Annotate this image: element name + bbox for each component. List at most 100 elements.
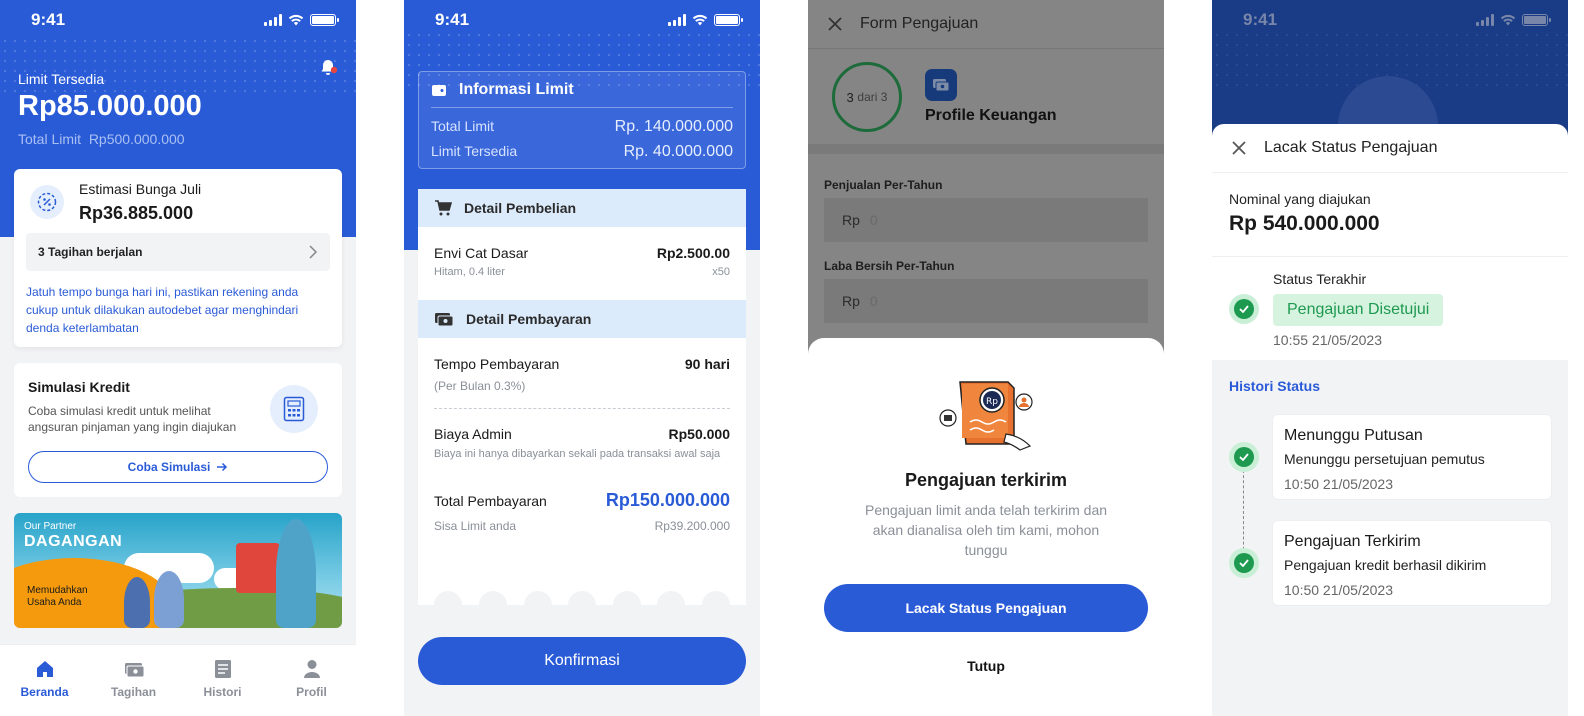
nominal-label: Nominal yang diajukan (1229, 191, 1371, 207)
nominal-value: Rp 540.000.000 (1229, 212, 1380, 235)
limit-available-value: Rp85.000.000 (18, 90, 202, 122)
person-figure (124, 577, 150, 628)
total-payment-row: Total Pembayaran Rp150.000.000 (434, 490, 730, 511)
profile-icon (303, 660, 320, 678)
form-screen: Form Pengajuan 3 dari 3 Profile Keuangan… (808, 0, 1164, 716)
close-button[interactable]: Tutup (808, 658, 1164, 674)
payment-detail-title: Detail Pembayaran (466, 311, 592, 327)
estimate-value: Rp36.885.000 (79, 203, 194, 223)
tenor-row: Tempo Pembayaran 90 hari (434, 356, 730, 372)
receipt-scallop (613, 591, 641, 605)
rp-badge-text: Rp (986, 397, 998, 407)
sheet-description: Pengajuan limit anda telah terkirim dan … (864, 502, 1108, 558)
currency-prefix: Rp (842, 293, 860, 309)
item-qty: x50 (712, 266, 730, 278)
estimate-label: Estimasi Bunga Juli (79, 181, 202, 197)
receipt-scallop (524, 591, 552, 605)
limit-available-label: Limit Tersedia (18, 71, 105, 87)
simulation-button-label: Coba Simulasi (127, 460, 211, 474)
grocery-bag (236, 543, 280, 593)
success-bottom-sheet: Rp Pengajuan terkirim Pengajuan limit an… (808, 338, 1164, 716)
bottom-nav: Beranda Tagihan Histori Profil (0, 644, 356, 716)
remaining-limit-label: Sisa Limit anda (434, 519, 517, 533)
available-limit-row: Limit Tersedia Rp. 40.000.000 (431, 143, 733, 161)
item-name: Envi Cat Dasar (434, 245, 529, 261)
tenor-label: Tempo Pembayaran (434, 356, 560, 372)
status-bar: 9:41 (1212, 0, 1568, 40)
tracking-title: Lacak Status Pengajuan (1264, 139, 1438, 156)
banner-tagline: Memudahkan Usaha Anda (27, 585, 88, 608)
status-bar: 9:41 (404, 0, 760, 40)
close-icon[interactable] (1232, 141, 1246, 155)
total-limit-value: Rp500.000.000 (88, 131, 185, 147)
signal-icon (668, 14, 686, 26)
limit-info-title: Informasi Limit (431, 81, 574, 99)
banner-brand: DAGANGAN (24, 533, 123, 550)
profit-label: Laba Bersih Per-Tahun (824, 259, 955, 273)
wifi-icon (1500, 14, 1516, 26)
divider (431, 107, 733, 108)
wallet-icon (432, 85, 446, 96)
calculator-icon (270, 385, 318, 433)
remaining-limit-row: Sisa Limit anda Rp39.200.000 (434, 519, 730, 533)
bell-icon[interactable] (318, 58, 338, 78)
track-status-button[interactable]: Lacak Status Pengajuan (824, 584, 1148, 632)
admin-fee-note: Biaya ini hanya dibayarkan sekali pada t… (434, 448, 721, 460)
history-item-desc: Menunggu persetujuan pemutus (1284, 451, 1485, 467)
available-limit-label: Limit Tersedia (431, 143, 518, 159)
history-item: Menunggu Putusan Menunggu persetujuan pe… (1272, 414, 1552, 500)
history-item-time: 10:50 21/05/2023 (1284, 582, 1393, 598)
history-icon (214, 660, 231, 678)
total-limit: Total Limit Rp500.000.000 (18, 131, 185, 147)
status-time: 9:41 (31, 10, 66, 29)
total-limit-label: Total Limit (431, 118, 495, 134)
timeline-line (1243, 470, 1244, 560)
running-bills-row[interactable]: 3 Tagihan berjalan (26, 233, 330, 271)
home-screen: 9:41 Limit Tersedia Rp85.000.000 Total L… (0, 0, 356, 716)
step-indicator: 3 dari 3 (832, 62, 902, 132)
purchase-screen: 9:41 Informasi Limit Total Limit Rp. 140… (404, 0, 760, 716)
purchase-detail-title: Detail Pembelian (464, 200, 577, 216)
profit-input[interactable]: Rp 0 (824, 279, 1148, 323)
section-divider (808, 144, 1164, 154)
total-payment-label: Total Pembayaran (434, 492, 547, 509)
cart-icon (435, 200, 452, 216)
section-title: Profile Keuangan (925, 107, 1057, 124)
admin-note-row: Biaya ini hanya dibayarkan sekali pada t… (434, 448, 730, 461)
interest-estimate-card: Estimasi Bunga Juli Rp36.885.000 3 Tagih… (14, 169, 342, 347)
banner-partner-label: Our Partner (24, 521, 77, 532)
receipt-scallop (434, 591, 462, 605)
limit-info-title-text: Informasi Limit (459, 81, 574, 98)
sales-input[interactable]: Rp 0 (824, 198, 1148, 242)
currency-prefix: Rp (842, 212, 860, 228)
simulation-button[interactable]: Coba Simulasi (28, 451, 328, 483)
item-variant: Hitam, 0.4 liter (434, 266, 505, 278)
payment-detail-header: Detail Pembayaran (418, 300, 746, 338)
order-receipt: Detail Pembelian Envi Cat Dasar Rp2.500.… (418, 189, 746, 605)
percent-icon (30, 185, 64, 219)
tenor-note-row: (Per Bulan 0.3%) (434, 379, 730, 393)
item-row: Envi Cat Dasar Rp2.500.00 (434, 245, 730, 261)
nav-item-histori[interactable]: Histori (178, 645, 267, 716)
sales-label: Penjualan Per-Tahun (824, 178, 943, 192)
divider (1212, 256, 1568, 257)
battery-icon (714, 14, 743, 26)
person-figure (276, 519, 316, 628)
nav-item-beranda[interactable]: Beranda (0, 645, 89, 716)
nav-item-profil[interactable]: Profil (267, 645, 356, 716)
nav-label: Beranda (20, 685, 69, 699)
nav-item-tagihan[interactable]: Tagihan (89, 645, 178, 716)
receipt-scallop (657, 591, 685, 605)
history-item-title: Pengajuan Terkirim (1284, 533, 1421, 550)
history-item-desc: Pengajuan kredit berhasil dikirim (1284, 557, 1487, 573)
battery-icon (310, 14, 339, 26)
partner-banner[interactable]: Our Partner DAGANGAN Memudahkan Usaha An… (14, 513, 342, 628)
finance-profile-icon (925, 69, 957, 101)
close-icon[interactable] (828, 17, 842, 31)
status-badge: Pengajuan Disetujui (1273, 294, 1444, 326)
confirm-button[interactable]: Konfirmasi (418, 637, 746, 685)
home-icon (36, 661, 53, 677)
receipt-scallop (479, 591, 507, 605)
chevron-right-icon (309, 245, 318, 259)
item-sub-row: Hitam, 0.4 liter x50 (434, 266, 730, 278)
